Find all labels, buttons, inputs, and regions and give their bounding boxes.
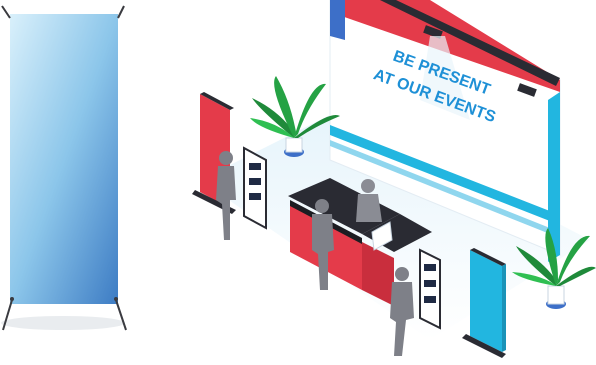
x-banner-stand-icon bbox=[1, 5, 127, 331]
booth-illustration: BE PRESENT AT OUR EVENTS bbox=[1, 0, 596, 358]
exhibition-scene: BE PRESENT AT OUR EVENTS bbox=[0, 0, 596, 365]
brochure-stand-right bbox=[419, 248, 441, 330]
brochure-stand-left bbox=[243, 146, 267, 230]
